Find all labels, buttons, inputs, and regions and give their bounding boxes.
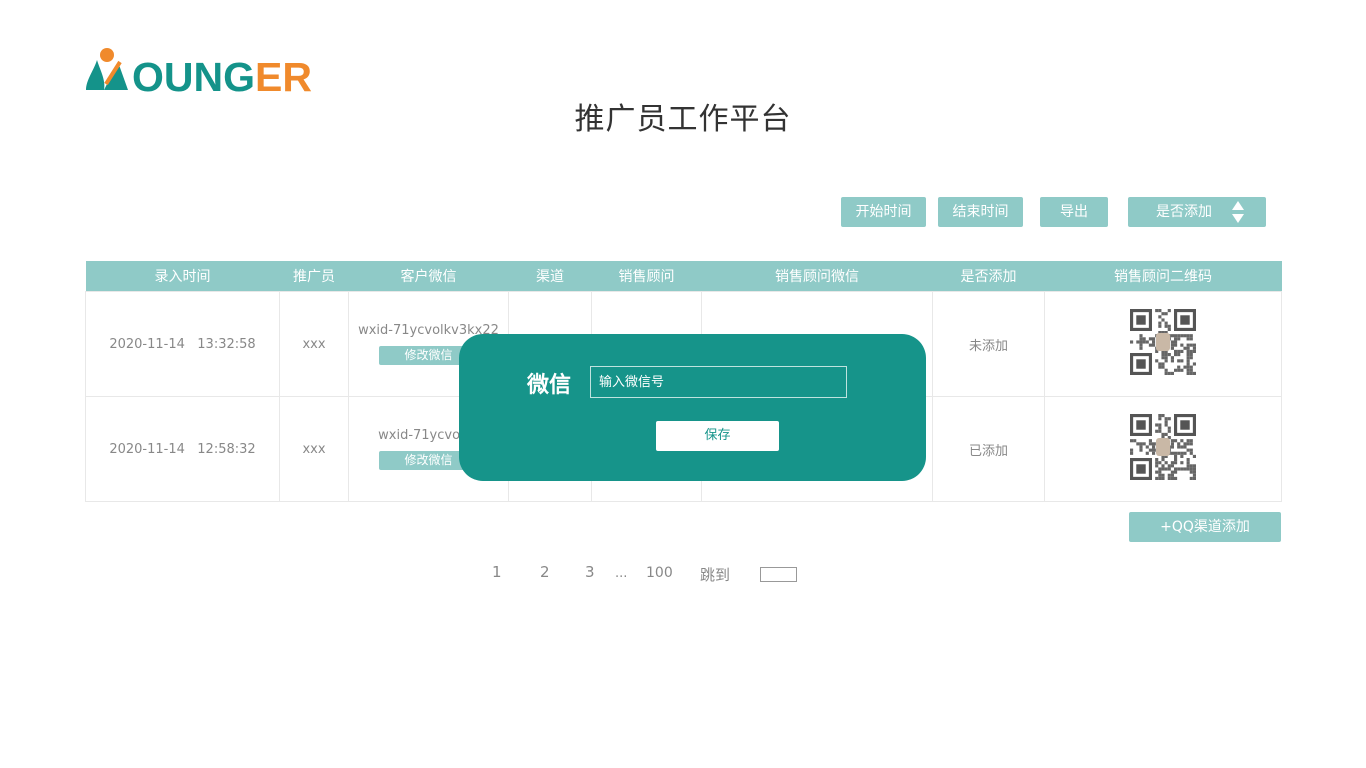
qq-channel-add-button[interactable]: +QQ渠道添加: [1129, 512, 1281, 542]
qr-code-icon: [1130, 414, 1196, 480]
entry-time-cell: 2020-11-14 12:58:32: [85, 396, 280, 502]
page-title: 推广员工作平台: [574, 102, 792, 137]
added-filter-label: 是否添加: [1156, 204, 1212, 220]
jump-page-input[interactable]: [760, 567, 797, 582]
column-header: 录入时间: [85, 261, 280, 292]
promoter-cell: xxx: [279, 396, 349, 502]
page-3-link[interactable]: 3: [585, 563, 595, 581]
added-status-cell: 已添加: [932, 396, 1045, 502]
sort-arrows-icon: [1232, 201, 1244, 223]
jump-to-label: 跳到: [700, 566, 731, 584]
wechat-id-input[interactable]: [590, 366, 847, 398]
export-button[interactable]: 导出: [1040, 197, 1108, 227]
save-button[interactable]: 保存: [656, 421, 779, 451]
promoter-cell: xxx: [279, 291, 349, 397]
column-header: 渠道: [508, 261, 592, 292]
page-100-link[interactable]: 100: [646, 565, 673, 581]
column-header: 客户微信: [348, 261, 509, 292]
logo: OUNGER: [84, 46, 319, 96]
advisor-qr-cell: [1044, 291, 1282, 397]
edit-wechat-modal: 微信 保存: [459, 334, 926, 481]
page-ellipsis: ...: [615, 566, 628, 581]
column-header: 是否添加: [932, 261, 1045, 292]
modal-wechat-label: 微信: [527, 373, 572, 398]
column-header: 销售顾问: [591, 261, 702, 292]
page-2-link[interactable]: 2: [540, 563, 550, 581]
added-status-cell: 未添加: [932, 291, 1045, 397]
column-header: 销售顾问二维码: [1044, 261, 1282, 292]
end-time-button[interactable]: 结束时间: [938, 197, 1023, 227]
start-time-button[interactable]: 开始时间: [841, 197, 926, 227]
column-header: 推广员: [279, 261, 349, 292]
column-header: 销售顾问微信: [701, 261, 933, 292]
table-header-row: 录入时间 推广员 客户微信 渠道 销售顾问 销售顾问微信 是否添加 销售顾问二维…: [85, 261, 1282, 292]
svg-text:OUNGER: OUNGER: [132, 54, 312, 96]
logo-mark: OUNGER: [86, 48, 312, 96]
page-1-link[interactable]: 1: [492, 563, 502, 581]
qr-code-icon: [1130, 309, 1196, 375]
advisor-qr-cell: [1044, 396, 1282, 502]
entry-time-cell: 2020-11-14 13:32:58: [85, 291, 280, 397]
added-filter-select[interactable]: 是否添加: [1128, 197, 1266, 227]
